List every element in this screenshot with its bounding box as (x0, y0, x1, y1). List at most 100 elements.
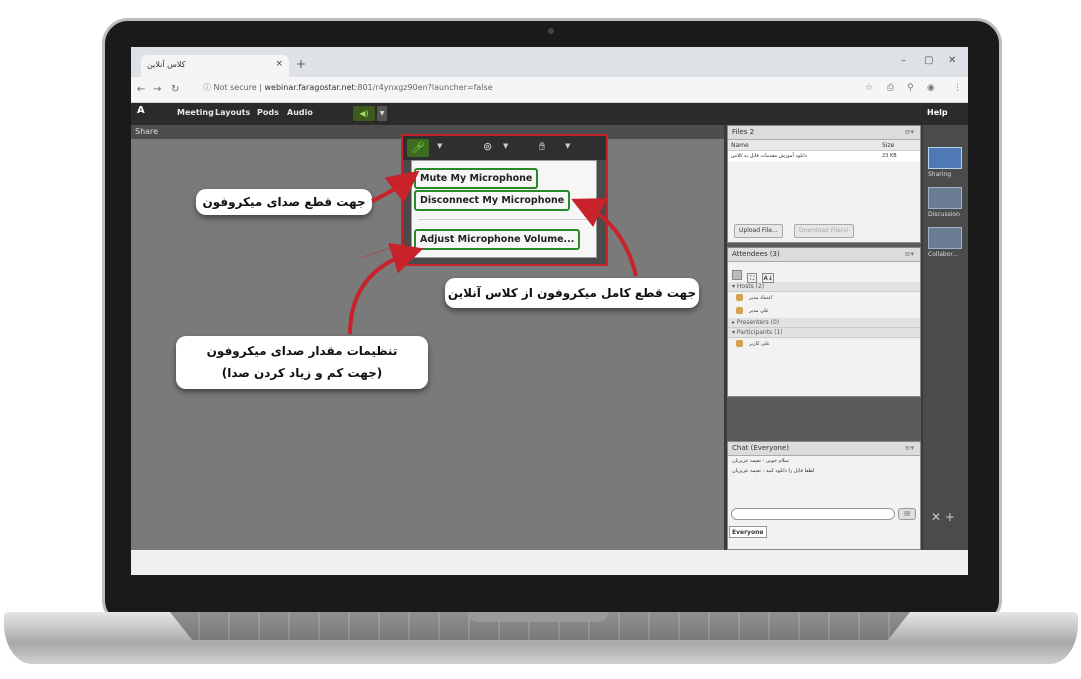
maximize-button[interactable]: ▢ (924, 55, 933, 66)
speaker-dropdown-icon[interactable]: ▼ (377, 106, 387, 121)
menu-meeting[interactable]: Meeting (177, 108, 214, 117)
chat-pod-title: Chat (Everyone) (732, 444, 789, 452)
attendee-name: علی کاربر (749, 341, 770, 347)
address-bar: ← → ↻ ⓘ Not secure | webinar.faragostar.… (131, 77, 968, 103)
hosts-group[interactable]: ▾ Hosts (2) (728, 282, 920, 292)
layout-label: Sharing (928, 171, 952, 178)
bottom-bar (131, 550, 968, 575)
chat-message: سلام خوبی : نعیمه عزیزیان (732, 458, 789, 464)
pod-menu-icon[interactable]: ≡▾ (905, 128, 914, 136)
mic-menu: Mute My Microphone Disconnect My Microph… (411, 160, 597, 258)
adjust-volume-item[interactable]: Adjust Microphone Volume... (414, 229, 581, 250)
presenters-label: Presenters (0) (736, 319, 780, 326)
user-icon (736, 294, 743, 301)
not-secure-label: Not secure (213, 83, 257, 92)
chat-input[interactable] (731, 508, 895, 520)
hosts-label: Hosts (2) (736, 283, 765, 290)
callout-volume: تنظیمات مقدار صدای میکروفون (جهت کم و زی… (176, 336, 428, 389)
menu-audio[interactable]: Audio (287, 108, 313, 117)
browser-tab-bar: کلاس آنلاین × + – ▢ ✕ (131, 47, 968, 77)
layout-thumbnail (928, 227, 962, 249)
url-field[interactable]: ⓘ Not secure | webinar.faragostar.net:80… (203, 82, 493, 93)
url-path: :801/r4ynxgz90en?launcher=false (354, 83, 493, 92)
participants-group[interactable]: ▾ Participants (1) (728, 328, 920, 338)
bookmark-star-icon[interactable]: ☆ (865, 83, 873, 93)
status-dropdown-icon[interactable]: ▼ (565, 142, 570, 150)
pod-menu-icon[interactable]: ≡▾ (905, 250, 914, 258)
attendee-name: اعتماد مدیر (749, 295, 773, 301)
url-host: webinar.faragostar.net (264, 83, 355, 92)
profile-icon[interactable]: ◉ (927, 83, 935, 93)
new-tab-button[interactable]: + (296, 57, 306, 71)
pod-menu-icon[interactable]: ≡▾ (905, 444, 914, 452)
mute-microphone-item[interactable]: Mute My Microphone (414, 168, 539, 189)
adobe-logo-icon: A (137, 105, 145, 116)
add-layout-icon[interactable]: + (945, 510, 955, 524)
menu-layouts[interactable]: Layouts (215, 108, 250, 117)
list-item[interactable]: علی مدیر (728, 305, 920, 318)
camera-dropdown-icon[interactable]: ▼ (503, 142, 508, 150)
browser-tab[interactable]: کلاس آنلاین × (141, 55, 289, 77)
user-icon (736, 307, 743, 314)
layout-sharing[interactable]: Sharing (928, 147, 962, 178)
layouts-bar: Sharing Discussion Collabor... ✕ + (923, 125, 968, 550)
minimize-button[interactable]: – (901, 55, 906, 66)
col-size-header[interactable]: Size (878, 140, 918, 150)
app-menubar: A Meeting Layouts Pods Audio ◀) ▼ Help (131, 103, 968, 125)
attendees-pod: Attendees (3) ≡▾ ⛶ A↓ ▾ Hosts (2) اعتماد… (727, 247, 921, 397)
forward-icon[interactable]: → (153, 84, 161, 95)
callout-disconnect: جهت قطع کامل میکروفون از کلاس آنلاین (445, 278, 699, 308)
download-files-button[interactable]: Download File(s) (794, 224, 854, 238)
laptop-notch (468, 612, 608, 622)
file-name: دانلود آموزش مقدمات فایل به کلاس (731, 153, 807, 159)
user-icon (736, 340, 743, 347)
back-icon[interactable]: ← (137, 84, 145, 95)
table-row[interactable]: دانلود آموزش مقدمات فایل به کلاس 23 KB (728, 151, 920, 162)
list-item[interactable]: علی کاربر (728, 338, 920, 351)
screen: کلاس آنلاین × + – ▢ ✕ ← → ↻ ⓘ Not secure… (131, 47, 968, 575)
camera-icon (548, 28, 554, 34)
raise-hand-icon[interactable]: ✋︎ (539, 140, 545, 154)
disconnect-microphone-item[interactable]: Disconnect My Microphone (414, 190, 571, 211)
upload-file-button[interactable]: Upload File... (734, 224, 783, 238)
mic-dropdown-icon[interactable]: ▼ (437, 142, 442, 150)
file-size: 23 KB (882, 153, 897, 159)
send-message-icon[interactable]: ✉ (898, 508, 916, 520)
chat-tab-everyone[interactable]: Everyone (729, 526, 767, 538)
menu-pods[interactable]: Pods (257, 108, 279, 117)
cast-icon[interactable]: ⎙ (887, 83, 894, 93)
collapse-icon[interactable]: ✕ (931, 510, 941, 524)
view-toggle-icon[interactable] (732, 270, 742, 280)
extension-icon[interactable]: ⚲ (907, 83, 914, 93)
menu-kebab-icon[interactable]: ⋮ (953, 83, 962, 93)
attendees-pod-title: Attendees (3) (732, 250, 780, 258)
layout-collaboration[interactable]: Collabor... (928, 227, 962, 258)
close-window-button[interactable]: ✕ (948, 55, 956, 66)
files-pod-title: Files 2 (732, 128, 755, 136)
participants-label: Participants (1) (736, 329, 783, 336)
files-table-header: Name Size (728, 140, 920, 151)
microphone-icon[interactable]: 🎤︎ (407, 139, 429, 157)
speaker-icon[interactable]: ◀) (353, 106, 375, 121)
side-pods: Files 2 ≡▾ Name Size دانلود آموزش مقدمات… (727, 125, 921, 550)
layout-thumbnail (928, 187, 962, 209)
reload-icon[interactable]: ↻ (171, 84, 179, 95)
files-pod: Files 2 ≡▾ Name Size دانلود آموزش مقدمات… (727, 125, 921, 243)
layout-label: Discussion (928, 211, 960, 218)
presenters-group[interactable]: ▸ Presenters (0) (728, 318, 920, 328)
files-pod-header: Files 2 ≡▾ (728, 126, 920, 140)
laptop-chin (131, 575, 968, 615)
attendees-toolbar: ⛶ A↓ (728, 262, 920, 283)
callout-mute: جهت قطع صدای میکروفون (196, 189, 372, 215)
layout-discussion[interactable]: Discussion (928, 187, 962, 218)
attendee-name: علی مدیر (749, 308, 769, 314)
col-name-header[interactable]: Name (728, 140, 878, 150)
tab-close-icon[interactable]: × (275, 59, 283, 69)
list-item[interactable]: اعتماد مدیر (728, 292, 920, 305)
menu-help[interactable]: Help (927, 108, 948, 117)
info-icon: ⓘ (203, 83, 214, 92)
camera-webcam-icon[interactable]: ⊚ (483, 140, 492, 153)
chat-message: لطفا فایل را دانلود کنید : نعیمه عزیزیان (732, 468, 815, 474)
mic-toolbar: 🎤︎ ▼ ⊚ ▼ ✋︎ ▼ (403, 136, 606, 160)
menu-divider (418, 219, 590, 220)
